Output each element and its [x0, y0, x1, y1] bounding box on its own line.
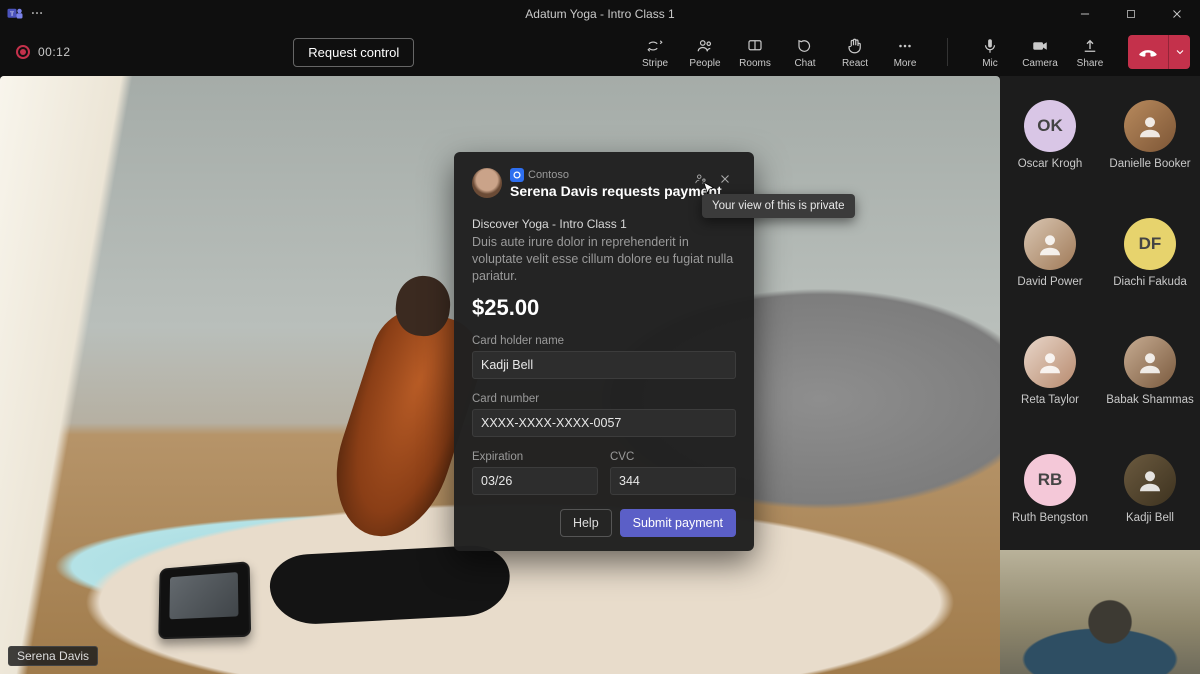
leave-options-caret[interactable] — [1168, 35, 1190, 69]
modal-org-name: Contoso — [528, 169, 569, 181]
titlebar-ellipsis-icon[interactable] — [30, 6, 44, 23]
expiration-input[interactable] — [472, 467, 598, 495]
toolbar-label: Share — [1077, 58, 1104, 69]
participant-name: Babak Shammas — [1106, 394, 1194, 406]
toolbar-label: More — [894, 58, 917, 69]
window-close-button[interactable] — [1154, 0, 1200, 28]
people-button[interactable]: People — [681, 30, 729, 74]
toolbar-divider — [947, 38, 948, 66]
presenter-name-tag: Serena Davis — [8, 646, 98, 666]
record-icon — [16, 45, 30, 59]
avatar-photo — [1124, 454, 1176, 506]
raise-hand-icon — [845, 36, 865, 56]
avatar-initials: RB — [1024, 454, 1076, 506]
cvc-label: CVC — [610, 451, 736, 463]
toolbar-label: Stripe — [642, 58, 668, 69]
toolbar-label: React — [842, 58, 868, 69]
share-icon — [1080, 36, 1100, 56]
mic-icon — [980, 36, 1000, 56]
participant-name: David Power — [1017, 276, 1082, 288]
avatar-photo — [1124, 100, 1176, 152]
participant-name: Reta Taylor — [1021, 394, 1079, 406]
camera-icon — [1030, 36, 1050, 56]
camera-button[interactable]: Camera — [1016, 30, 1064, 74]
participant-name: Diachi Fakuda — [1113, 276, 1187, 288]
payment-item-description: Duis aute irure dolor in reprehenderit i… — [472, 234, 736, 285]
modal-close-button[interactable] — [714, 168, 736, 190]
toolbar-label: Mic — [982, 58, 998, 69]
participant-tile[interactable]: Danielle Booker — [1100, 76, 1200, 194]
payment-item-name: Discover Yoga - Intro Class 1 — [472, 217, 736, 231]
private-view-tooltip: Your view of this is private — [702, 194, 855, 218]
cvc-input[interactable] — [610, 467, 736, 495]
hangup-icon — [1128, 41, 1168, 63]
more-button[interactable]: More — [881, 30, 929, 74]
toolbar-av-group: Mic Camera Share — [966, 30, 1114, 74]
share-button[interactable]: Share — [1066, 30, 1114, 74]
avatar-photo — [1124, 336, 1176, 388]
participant-tile[interactable]: Reta Taylor — [1000, 312, 1100, 430]
help-button[interactable]: Help — [560, 509, 612, 537]
leave-call-button[interactable] — [1128, 35, 1190, 69]
private-view-icon[interactable] — [690, 168, 712, 190]
meeting-toolbar: 00:12 Request control Stripe People Room… — [0, 28, 1200, 76]
more-icon — [895, 36, 915, 56]
titlebar: T Adatum Yoga - Intro Class 1 — [0, 0, 1200, 28]
payment-amount: $25.00 — [472, 295, 736, 321]
card-holder-input[interactable] — [472, 351, 736, 379]
recording-indicator: 00:12 — [10, 41, 77, 63]
toolbar-label: Chat — [794, 58, 815, 69]
avatar-initials: DF — [1124, 218, 1176, 270]
request-control-button[interactable]: Request control — [293, 38, 414, 67]
avatar-photo — [1024, 336, 1076, 388]
contoso-app-icon — [510, 168, 524, 182]
window-maximize-button[interactable] — [1108, 0, 1154, 28]
toolbar-label: Camera — [1022, 58, 1058, 69]
rooms-button[interactable]: Rooms — [731, 30, 779, 74]
participant-tile[interactable]: OK Oscar Krogh — [1000, 76, 1100, 194]
participant-tile[interactable]: David Power — [1000, 194, 1100, 312]
teams-logo-icon: T — [6, 5, 24, 23]
chat-button[interactable]: Chat — [781, 30, 829, 74]
number-label: Card number — [472, 393, 736, 405]
avatar-initials: OK — [1024, 100, 1076, 152]
participant-name: Danielle Booker — [1109, 158, 1190, 170]
people-icon — [695, 36, 715, 56]
participant-tile[interactable]: Kadji Bell — [1100, 430, 1200, 548]
participants-rail: OK Oscar Krogh Danielle Booker David Power D… — [1000, 76, 1200, 674]
participant-name: Kadji Bell — [1126, 512, 1174, 524]
participant-name: Oscar Krogh — [1018, 158, 1083, 170]
react-button[interactable]: React — [831, 30, 879, 74]
window-minimize-button[interactable] — [1062, 0, 1108, 28]
toolbar-label: People — [689, 58, 720, 69]
exp-label: Expiration — [472, 451, 598, 463]
participant-tile[interactable]: Babak Shammas — [1100, 312, 1200, 430]
rooms-icon — [745, 36, 765, 56]
chat-icon — [795, 36, 815, 56]
mic-button[interactable]: Mic — [966, 30, 1014, 74]
toolbar-label: Rooms — [739, 58, 771, 69]
holder-label: Card holder name — [472, 335, 736, 347]
stripe-icon — [645, 36, 665, 56]
participant-tile[interactable]: RB Ruth Bengston — [1000, 430, 1100, 548]
submit-payment-button[interactable]: Submit payment — [620, 509, 736, 537]
recording-timer: 00:12 — [38, 45, 71, 59]
avatar-photo — [1024, 218, 1076, 270]
stripe-app-button[interactable]: Stripe — [631, 30, 679, 74]
tablet-prop-icon — [158, 561, 251, 639]
sender-avatar — [472, 168, 502, 198]
card-number-input[interactable] — [472, 409, 736, 437]
self-video-tile[interactable] — [1000, 550, 1200, 674]
window-title: Adatum Yoga - Intro Class 1 — [0, 7, 1200, 21]
toolbar-apps-group: Stripe People Rooms Chat React More — [631, 30, 929, 74]
participant-name: Ruth Bengston — [1012, 512, 1088, 524]
participant-tile[interactable]: DF Diachi Fakuda — [1100, 194, 1200, 312]
